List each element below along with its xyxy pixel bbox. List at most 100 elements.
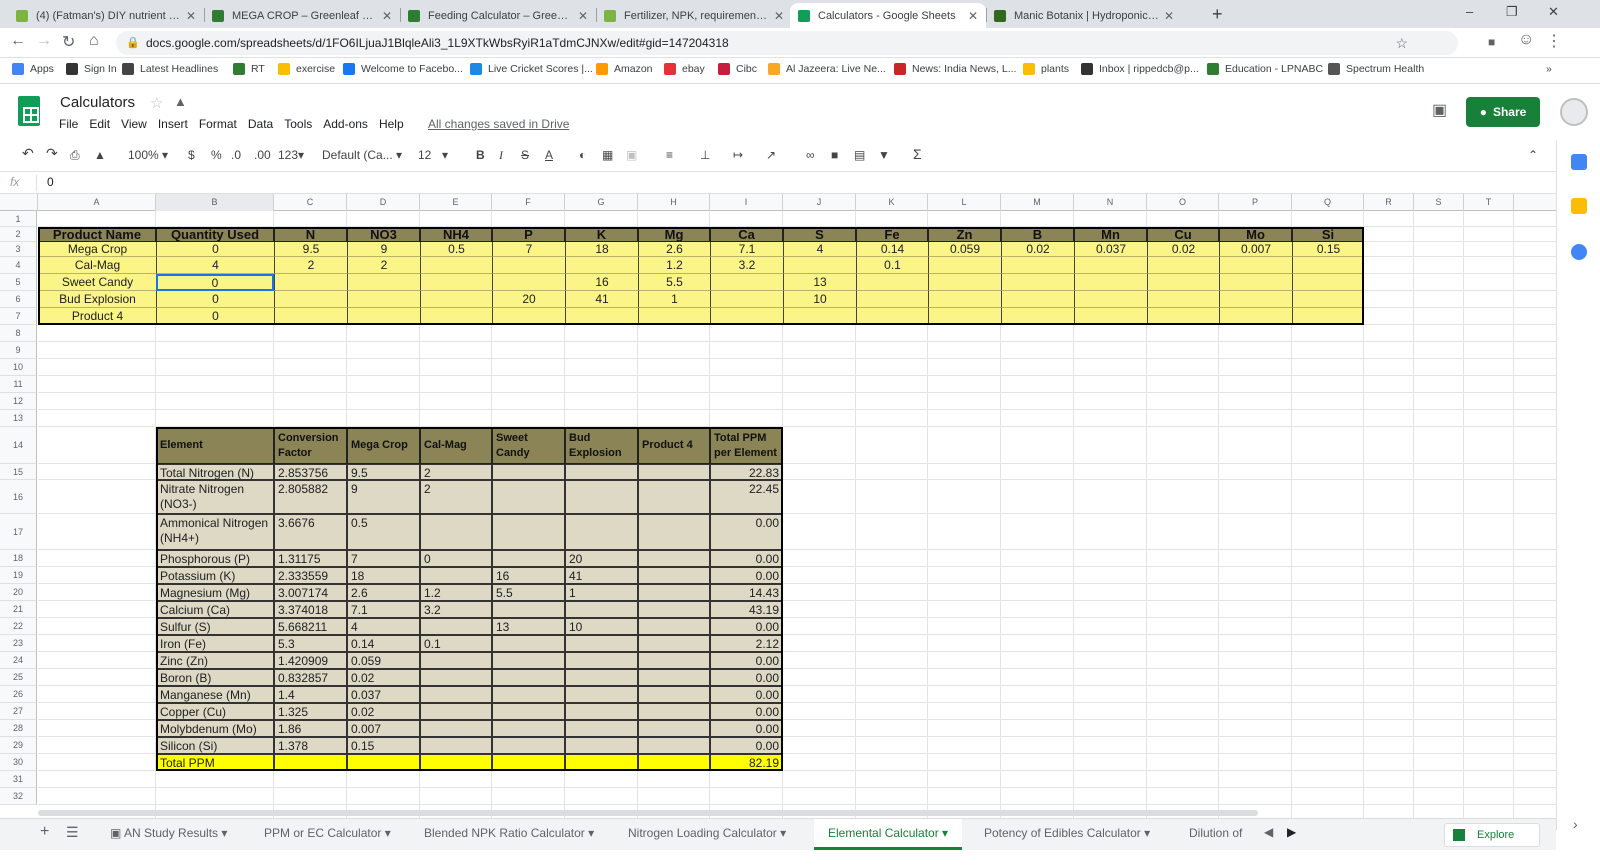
sheet-tab-menu-icon[interactable]: ▾	[777, 826, 786, 840]
bookmark-item[interactable]: RT	[233, 63, 265, 75]
row-header[interactable]: 12	[0, 393, 37, 410]
bookmark-item[interactable]: Education - LPNABC	[1207, 63, 1323, 75]
row-header[interactable]: 13	[0, 410, 37, 427]
row-header[interactable]: 11	[0, 376, 37, 393]
bookmark-item[interactable]: Cibc	[718, 63, 757, 75]
font-select[interactable]: Default (Ca... ▾	[322, 148, 402, 162]
column-header-g[interactable]: G	[565, 194, 638, 211]
scroll-tabs-right-icon[interactable]: ▶	[1287, 825, 1296, 839]
star-icon[interactable]: ☆	[150, 94, 163, 112]
bookmark-item[interactable]: ebay	[664, 63, 705, 75]
paint-format-icon[interactable]: ▲	[94, 148, 106, 162]
row-header[interactable]: 28	[0, 720, 37, 737]
bookmark-item[interactable]: Welcome to Facebo...	[343, 63, 463, 75]
column-header-k[interactable]: K	[856, 194, 928, 211]
tab-sheet[interactable]: Elemental Calculator ▾	[814, 819, 963, 850]
tab-sheet[interactable]: Potency of Edibles Calculator ▾	[984, 826, 1150, 840]
menu-insert[interactable]: Insert	[158, 117, 188, 131]
menu-edit[interactable]: Edit	[89, 117, 110, 131]
row-header[interactable]: 30	[0, 754, 37, 771]
row-header[interactable]: 7	[0, 308, 37, 325]
insert-comment-icon[interactable]: ■	[831, 148, 838, 162]
row-header[interactable]: 5	[0, 274, 37, 291]
reload-icon[interactable]: ↻	[62, 32, 75, 52]
tab-close-icon[interactable]: ✕	[1164, 9, 1174, 23]
browser-tab[interactable]: MEGA CROP – Greenleaf Nutrients ✕	[204, 3, 400, 28]
row-header[interactable]: 16	[0, 480, 37, 514]
text-color-button[interactable]: A	[545, 148, 553, 162]
menu-file[interactable]: File	[59, 117, 78, 131]
font-size-dropdown-icon[interactable]: ▾	[442, 148, 448, 162]
collapse-toolbar-icon[interactable]: ⌃	[1528, 148, 1538, 162]
keep-icon[interactable]	[1571, 198, 1587, 214]
fill-color-icon[interactable]: ◐	[579, 148, 586, 162]
row-header[interactable]: 18	[0, 550, 37, 567]
sheet-tab-menu-icon[interactable]: ▾	[1141, 826, 1150, 840]
tasks-icon[interactable]	[1571, 244, 1587, 260]
spreadsheet-grid[interactable]: ABCDEFGHIJKLMNOPQRST 1 2 3 4 5 6 7 8 9 10 11 12 13 14…	[0, 194, 1556, 821]
extension-icon[interactable]: ■	[1488, 35, 1495, 49]
more-formats-button[interactable]: 123▾	[278, 148, 304, 162]
column-header-c[interactable]: C	[274, 194, 347, 211]
row-header[interactable]: 22	[0, 618, 37, 635]
column-header-o[interactable]: O	[1147, 194, 1219, 211]
text-wrap-icon[interactable]: ↦	[733, 148, 743, 162]
menu-view[interactable]: View	[121, 117, 147, 131]
bookmark-item[interactable]: Inbox | rippedcb@p...	[1081, 63, 1199, 75]
browser-tab[interactable]: Feeding Calculator – Greenleaf N ✕	[400, 3, 596, 28]
row-header[interactable]: 23	[0, 635, 37, 652]
menu-tools[interactable]: Tools	[284, 117, 312, 131]
tab-close-icon[interactable]: ✕	[968, 9, 978, 23]
insert-link-icon[interactable]: ∞	[806, 148, 815, 162]
calendar-icon[interactable]	[1571, 154, 1587, 170]
tab-sheet[interactable]: Dilution of	[1189, 826, 1242, 840]
bookmark-item[interactable]: exercise	[278, 63, 335, 75]
bold-button[interactable]: B	[476, 148, 485, 162]
bookmark-item[interactable]: Live Cricket Scores |...	[470, 63, 593, 75]
row-header[interactable]: 20	[0, 584, 37, 601]
expand-panel-icon[interactable]: ›	[1573, 816, 1578, 832]
menu-help[interactable]: Help	[379, 117, 404, 131]
url-field[interactable]: 🔒 docs.google.com/spreadsheets/d/1FO6ILj…	[116, 31, 1458, 55]
sheet-tab-menu-icon[interactable]: ▾	[585, 826, 594, 840]
sheet-tab-menu-icon[interactable]: ▾	[218, 826, 227, 840]
back-icon[interactable]: ←	[10, 32, 26, 50]
doc-title[interactable]: Calculators	[60, 94, 135, 111]
column-header-i[interactable]: I	[710, 194, 783, 211]
column-header-l[interactable]: L	[928, 194, 1001, 211]
bookmark-item[interactable]: Sign In	[66, 63, 117, 75]
horizontal-align-icon[interactable]: ≡	[666, 148, 673, 162]
comments-icon[interactable]: ▣	[1432, 100, 1447, 120]
row-header[interactable]: 14	[0, 427, 37, 464]
italic-button[interactable]: I	[499, 148, 503, 163]
row-header[interactable]: 27	[0, 703, 37, 720]
row-header[interactable]: 1	[0, 211, 37, 227]
column-header-p[interactable]: P	[1219, 194, 1292, 211]
horizontal-scrollbar[interactable]	[38, 810, 1258, 816]
new-tab-icon[interactable]: +	[1212, 4, 1223, 25]
column-header-m[interactable]: M	[1001, 194, 1074, 211]
bookmark-item[interactable]: Amazon	[596, 63, 653, 75]
all-sheets-icon[interactable]: ☰	[66, 824, 79, 841]
row-header[interactable]: 32	[0, 788, 37, 805]
row-header[interactable]: 24	[0, 652, 37, 669]
sheet-tab-menu-icon[interactable]: ▾	[381, 826, 391, 840]
vertical-align-icon[interactable]: ⊥	[700, 148, 710, 162]
percent-button[interactable]: %	[211, 148, 222, 162]
column-header-n[interactable]: N	[1074, 194, 1147, 211]
row-header[interactable]: 25	[0, 669, 37, 686]
currency-button[interactable]: $	[188, 148, 195, 162]
bookmark-item[interactable]: Apps	[12, 63, 54, 75]
column-header-h[interactable]: H	[638, 194, 710, 211]
strikethrough-button[interactable]: S	[521, 148, 529, 162]
tab-close-icon[interactable]: ✕	[186, 9, 196, 23]
browser-tab[interactable]: Fertilizer, NPK, requirements for ✕	[596, 3, 792, 28]
maximize-icon[interactable]: ❐	[1506, 4, 1518, 20]
column-header-t[interactable]: T	[1464, 194, 1514, 211]
redo-icon[interactable]: ↷	[46, 145, 58, 162]
column-header-r[interactable]: R	[1364, 194, 1414, 211]
row-header[interactable]: 3	[0, 242, 37, 257]
sheet-tab-menu-icon[interactable]: ▾	[939, 826, 948, 840]
decrease-decimal-button[interactable]: .0	[231, 148, 241, 162]
browser-tab[interactable]: Manic Botanix | Hydroponic Calc ✕	[986, 3, 1182, 28]
